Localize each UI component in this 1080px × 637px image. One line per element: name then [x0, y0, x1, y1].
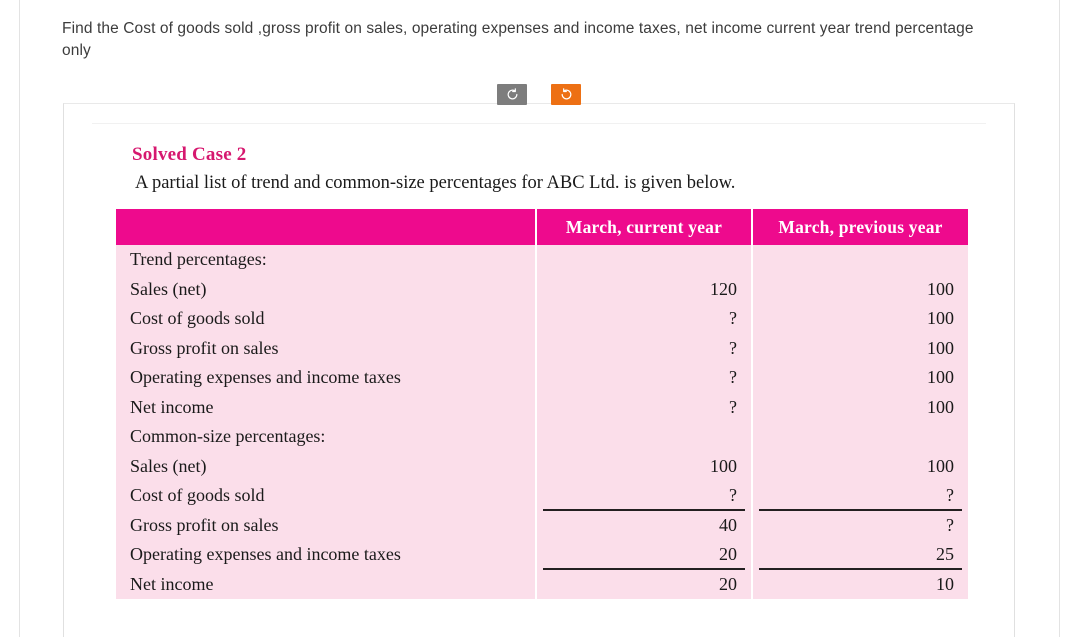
table-row: Operating expenses and income taxes 20 25 [116, 540, 968, 570]
table-row: Trend percentages: [116, 245, 968, 275]
cell-previous-year: 25 [752, 540, 968, 570]
cell-previous-year: 100 [752, 304, 968, 334]
table-row: Operating expenses and income taxes? 100 [116, 363, 968, 393]
question-prompt: Find the Cost of goods sold ,gross profi… [62, 20, 974, 59]
table-row: Gross profit on sales 40? [116, 510, 968, 540]
row-label: Gross profit on sales [116, 510, 537, 540]
cell-current-year: 120 [536, 274, 753, 304]
rotate-right-button[interactable] [551, 84, 581, 105]
table-body: Trend percentages: Sales (net) 120 100 Cost … [116, 245, 968, 599]
row-label: Sales (net) [116, 451, 537, 481]
cell-current-year: 20 [536, 569, 753, 599]
table-header-row: March, current year March, previous year [116, 209, 968, 245]
table-row: Sales (net) 100 100 [116, 451, 968, 481]
cell-current-year [536, 245, 753, 275]
rotate-left-button[interactable] [497, 84, 527, 105]
image-toolbar [497, 84, 581, 105]
percentages-table: March, current year March, previous year… [116, 209, 968, 599]
table-row: Sales (net) 120 100 [116, 274, 968, 304]
cell-previous-year: 100 [752, 451, 968, 481]
cell-previous-year: 100 [752, 363, 968, 393]
solution-card: Solved Case 2 A partial list of trend an… [63, 103, 1015, 637]
row-label: Net income [116, 392, 537, 422]
table-row: Common-size percentages: [116, 422, 968, 452]
card-top-rule [92, 123, 986, 124]
cell-previous-year: 100 [752, 392, 968, 422]
rotate-right-icon [560, 88, 573, 101]
table-row: Cost of goods sold? 100 [116, 304, 968, 334]
row-label: Cost of goods sold [116, 304, 537, 334]
cell-current-year: 40 [536, 510, 753, 540]
cell-current-year [536, 422, 753, 452]
rotate-left-icon [506, 88, 519, 101]
cell-previous-year: 10 [752, 569, 968, 599]
cell-current-year: 100 [536, 451, 753, 481]
row-label: Common-size percentages: [116, 422, 537, 452]
cell-current-year: ? [536, 392, 753, 422]
cell-previous-year: 100 [752, 333, 968, 363]
cell-previous-year [752, 245, 968, 275]
cell-current-year: ? [536, 481, 753, 511]
table-row: Net income? 100 [116, 392, 968, 422]
row-label: Cost of goods sold [116, 481, 537, 511]
row-label: Gross profit on sales [116, 333, 537, 363]
cell-previous-year: 100 [752, 274, 968, 304]
column-header-current-year: March, current year [536, 209, 753, 245]
row-label: Sales (net) [116, 274, 537, 304]
cell-current-year: ? [536, 304, 753, 334]
cell-previous-year: ? [752, 481, 968, 511]
table-row: Gross profit on sales? 100 [116, 333, 968, 363]
case-subtitle: A partial list of trend and common-size … [135, 173, 736, 193]
column-header-previous-year: March, previous year [752, 209, 968, 245]
page-right-rule [1059, 0, 1060, 637]
row-label: Operating expenses and income taxes [116, 363, 537, 393]
cell-current-year: ? [536, 363, 753, 393]
table-row: Cost of goods sold?? [116, 481, 968, 511]
cell-current-year: 20 [536, 540, 753, 570]
page-left-rule [19, 0, 20, 637]
table-row: Net income 20 10 [116, 569, 968, 599]
row-label: Operating expenses and income taxes [116, 540, 537, 570]
cell-previous-year [752, 422, 968, 452]
case-title: Solved Case 2 [132, 144, 247, 165]
column-header-item [116, 209, 537, 245]
cell-previous-year: ? [752, 510, 968, 540]
row-label: Net income [116, 569, 537, 599]
row-label: Trend percentages: [116, 245, 537, 275]
table-header: March, current year March, previous year [116, 209, 968, 245]
cell-current-year: ? [536, 333, 753, 363]
